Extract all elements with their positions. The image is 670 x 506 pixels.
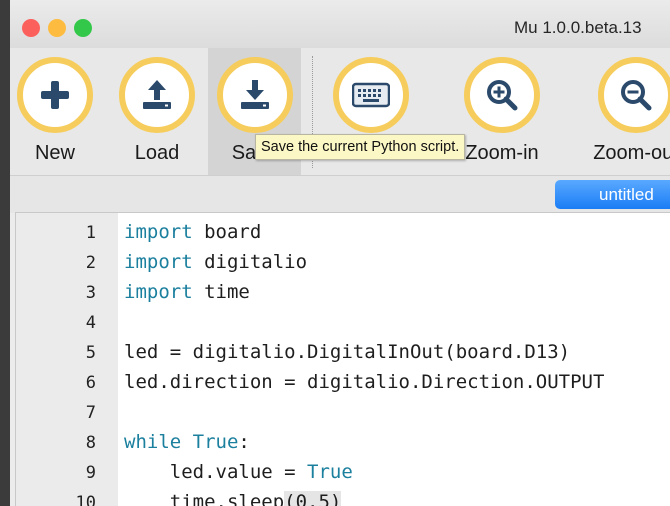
line-number: 3 — [85, 283, 96, 303]
code-text: digitalio — [192, 251, 308, 273]
code-line: import digitalio — [124, 251, 307, 273]
close-window-button[interactable] — [22, 19, 40, 37]
line-number: 7 — [85, 403, 96, 423]
line-number: 4 — [85, 313, 96, 333]
zoom-out-button[interactable]: Zoom-out — [578, 48, 670, 175]
keyboard-icon — [333, 57, 409, 133]
zoom-in-button[interactable]: Zoom-in — [452, 48, 552, 175]
code-line: time.sleep(0.5) — [124, 491, 342, 506]
load-button[interactable]: Load — [112, 48, 202, 175]
window-title: Mu 1.0.0.beta.13 — [514, 18, 642, 37]
line-number: 6 — [85, 373, 96, 393]
code-text: time.sleep — [124, 491, 285, 506]
new-button[interactable]: New — [10, 48, 100, 175]
keyword: while — [124, 431, 182, 453]
builtin-constant: True — [192, 431, 239, 453]
line-number: 5 — [85, 343, 96, 363]
code-line: import board — [124, 221, 261, 243]
zoom-in-icon — [464, 57, 540, 133]
keyword: import — [124, 251, 193, 273]
tab-bar: untitled — [10, 175, 670, 213]
minimize-window-button[interactable] — [48, 19, 66, 37]
code-editor[interactable]: 1 2 3 4 5 6 7 8 9 10 import board import… — [15, 212, 670, 506]
code-text: board — [192, 221, 262, 243]
keyword: import — [124, 221, 193, 243]
zoom-in-button-label: Zoom-in — [465, 142, 539, 164]
code-text: : — [238, 431, 250, 453]
upload-icon — [119, 57, 195, 133]
code-line: led.direction = digitalio.Direction.OUTP… — [124, 371, 605, 393]
line-number: 2 — [85, 253, 96, 273]
code-line: led = digitalio.DigitalInOut(board.D13) — [124, 341, 571, 363]
line-number: 1 — [85, 223, 96, 243]
zoom-out-button-label: Zoom-out — [593, 142, 670, 164]
download-icon — [216, 57, 293, 133]
line-number: 8 — [85, 433, 96, 453]
zoom-window-button[interactable] — [74, 19, 92, 37]
keyword: import — [124, 281, 193, 303]
plus-icon — [17, 57, 93, 133]
zoom-out-icon — [598, 57, 670, 133]
code-line: import time — [124, 281, 250, 303]
mu-editor-window: Mu 1.0.0.beta.13 New Load Save R — [10, 0, 670, 506]
title-bar: Mu 1.0.0.beta.13 — [10, 0, 670, 48]
new-button-label: New — [34, 142, 75, 164]
code-text: time — [192, 281, 250, 303]
matched-parentheses: (0.5) — [284, 491, 342, 506]
line-number: 9 — [85, 463, 96, 483]
line-number-gutter: 1 2 3 4 5 6 7 8 9 10 — [16, 213, 118, 506]
code-text: led.value = — [124, 461, 308, 483]
code-line: while True: — [124, 431, 250, 453]
load-button-label: Load — [134, 142, 180, 164]
code-line: led.value = True — [124, 461, 353, 483]
save-tooltip: Save the current Python script. — [255, 134, 466, 160]
tab-untitled[interactable]: untitled — [555, 180, 670, 209]
builtin-constant: True — [307, 461, 353, 483]
line-number: 10 — [75, 493, 96, 506]
